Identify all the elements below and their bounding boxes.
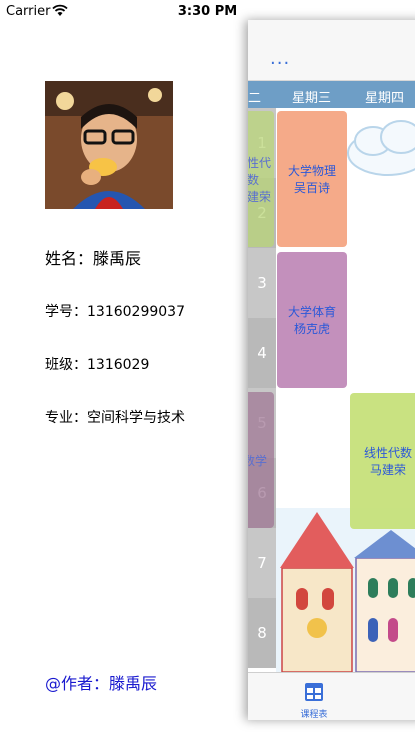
cloud-illustration xyxy=(347,120,415,176)
profile-photo xyxy=(45,81,173,209)
week-header: 二 星期三 星期四 xyxy=(248,81,415,108)
course-name: 线性代数 xyxy=(363,446,412,460)
weekday-wednesday: 星期三 xyxy=(292,91,332,106)
schedule-grid: 1 2 3 4 5 6 7 8 线性代数 马建荣 数学 大学物理 吴百诗 大学体… xyxy=(248,108,415,672)
course-teacher: 杨克虎 xyxy=(293,322,330,336)
timetable-icon[interactable] xyxy=(305,683,323,701)
nav-bar: ... xyxy=(248,20,415,81)
course-teacher: 马建荣 xyxy=(369,463,406,477)
tab-bar: 课程表 xyxy=(248,672,415,720)
course-name: 线性代数 xyxy=(248,155,271,187)
course-card-partial[interactable]: 数学 xyxy=(248,392,274,528)
period-number: 3 xyxy=(248,248,276,318)
schedule-panel[interactable]: ... 二 星期三 星期四 1 2 3 xyxy=(248,20,415,720)
weekday-thursday: 星期四 xyxy=(365,91,405,106)
status-time: 3:30 PM xyxy=(177,4,238,19)
castle-illustration xyxy=(276,508,415,672)
period-number: 8 xyxy=(248,598,276,668)
more-button[interactable]: ... xyxy=(270,48,290,69)
course-name: 大学物理 xyxy=(287,164,336,178)
course-card-partial[interactable]: 线性代数 马建荣 xyxy=(248,111,274,247)
profile-major: 专业：空间科学与技术 xyxy=(45,410,185,426)
period-number: 7 xyxy=(248,528,276,598)
profile-class: 班级：1316029 xyxy=(45,357,150,373)
course-card-pe[interactable]: 大学体育 杨克虎 xyxy=(277,252,347,388)
course-name: 数学 xyxy=(248,453,267,468)
period-number: 4 xyxy=(248,318,276,388)
profile-name: 姓名：滕禹辰 xyxy=(45,249,142,268)
status-bar: Carrier 3:30 PM xyxy=(0,0,415,22)
profile-student-id: 学号：13160299037 xyxy=(45,304,185,320)
author-link[interactable]: @作者：滕禹辰 xyxy=(45,670,157,694)
weekday-tuesday-partial: 二 xyxy=(248,91,262,106)
course-name: 大学体育 xyxy=(287,305,336,319)
course-teacher: 吴百诗 xyxy=(293,181,330,195)
course-card-linear-algebra[interactable]: 线性代数 马建荣 xyxy=(350,393,415,529)
tab-timetable-label[interactable]: 课程表 xyxy=(292,707,336,720)
course-teacher: 马建荣 xyxy=(248,189,271,204)
course-card-physics[interactable]: 大学物理 吴百诗 xyxy=(277,111,347,247)
